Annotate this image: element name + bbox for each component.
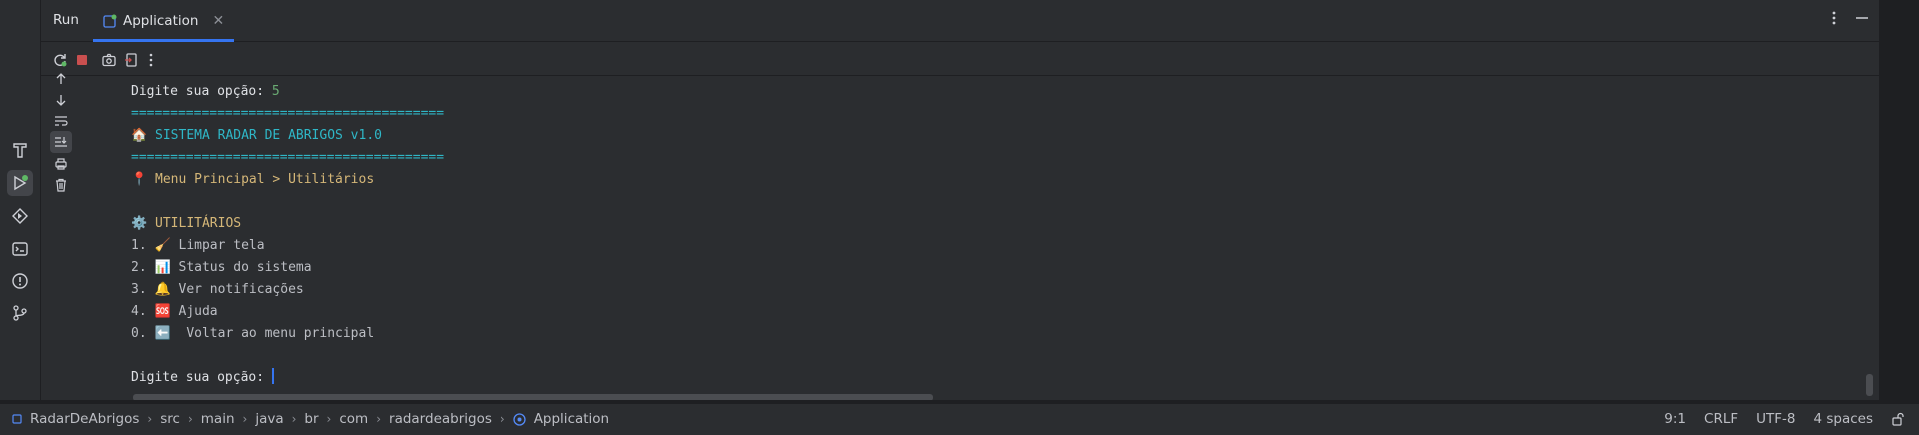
hammer-icon: [11, 141, 29, 159]
text-caret: [272, 368, 274, 384]
minimize-icon[interactable]: [1855, 10, 1869, 26]
application-config-icon: [103, 14, 117, 28]
run-tool-button[interactable]: [7, 170, 33, 196]
chevron-right-icon: ›: [147, 412, 152, 426]
run-icon: [11, 174, 29, 192]
scroll-up-button[interactable]: [50, 68, 72, 90]
services-tool-button[interactable]: [7, 203, 33, 229]
git-branch-icon: [11, 304, 29, 322]
run-toolbar: [41, 43, 1879, 76]
java-class-icon: [513, 413, 526, 426]
soft-wrap-icon: [54, 114, 68, 128]
breadcrumb-project[interactable]: RadarDeAbrigos: [30, 411, 139, 427]
scroll-down-button[interactable]: [50, 89, 72, 111]
console-prompt: Digite sua opção:: [131, 370, 272, 385]
breadcrumb-main[interactable]: main: [201, 411, 235, 427]
console-line: 2. 📊 Status do sistema: [131, 260, 312, 275]
print-button[interactable]: [50, 153, 72, 175]
exit-icon: [123, 52, 139, 68]
console-input-value: 5: [272, 84, 280, 99]
terminal-tool-button[interactable]: [7, 236, 33, 262]
console-line: ========================================: [131, 150, 444, 165]
soft-wrap-button[interactable]: [50, 110, 72, 132]
chevron-right-icon: ›: [292, 412, 297, 426]
breadcrumb-java[interactable]: java: [255, 411, 283, 427]
screenshot-button[interactable]: [98, 49, 120, 71]
build-tool-button[interactable]: [7, 137, 33, 163]
toolbar-more-button[interactable]: [140, 49, 162, 71]
breadcrumb: RadarDeAbrigos › src › main › java › br …: [12, 411, 609, 427]
clear-all-button[interactable]: [50, 174, 72, 196]
tab-application[interactable]: Application ✕: [93, 0, 234, 42]
console-line: 📍 Menu Principal > Utilitários: [131, 172, 374, 187]
terminal-icon: [11, 240, 29, 258]
more-options-icon[interactable]: [1827, 10, 1841, 26]
console-line: =======================================…: [131, 106, 444, 121]
horizontal-scrollbar[interactable]: [133, 394, 933, 400]
read-only-toggle[interactable]: [1891, 412, 1905, 426]
console-output[interactable]: Digite sua opção: 5 ===================…: [80, 77, 1879, 400]
line-separator[interactable]: CRLF: [1704, 411, 1738, 427]
breadcrumb-package[interactable]: radardeabrigos: [389, 411, 492, 427]
active-tab-indicator: [93, 39, 234, 42]
chevron-right-icon: ›: [243, 412, 248, 426]
status-bar: RadarDeAbrigos › src › main › java › br …: [0, 403, 1919, 435]
exit-button[interactable]: [120, 49, 142, 71]
breadcrumb-class[interactable]: Application: [534, 411, 609, 427]
breadcrumb-br[interactable]: br: [304, 411, 318, 427]
left-tool-strip: [0, 0, 41, 400]
trash-icon: [54, 178, 68, 192]
services-icon: [11, 207, 29, 225]
breadcrumb-com[interactable]: com: [339, 411, 368, 427]
chevron-right-icon: ›: [376, 412, 381, 426]
run-tool-window: Run Application ✕: [41, 0, 1879, 400]
run-tab-bar: Run Application ✕: [41, 0, 1879, 42]
chevron-right-icon: ›: [327, 412, 332, 426]
module-icon: [12, 414, 22, 424]
breadcrumb-src[interactable]: src: [160, 411, 180, 427]
console-line: ⚙️ UTILITÁRIOS: [131, 216, 241, 231]
rerun-icon: [52, 52, 68, 68]
git-tool-button[interactable]: [7, 300, 33, 326]
vertical-scrollbar[interactable]: [1866, 374, 1873, 396]
scroll-to-end-icon: [54, 135, 68, 149]
file-encoding[interactable]: UTF-8: [1756, 411, 1795, 427]
unlock-icon: [1891, 412, 1905, 426]
console-line: 4. 🆘 Ajuda: [131, 304, 218, 319]
chevron-right-icon: ›: [500, 412, 505, 426]
problems-tool-button[interactable]: [7, 268, 33, 294]
close-icon[interactable]: ✕: [212, 13, 224, 29]
camera-icon: [101, 52, 117, 68]
console-line: 3. 🔔 Ver notificações: [131, 282, 304, 297]
console-line: 1. 🧹 Limpar tela: [131, 238, 265, 253]
console-line: 🏠 SISTEMA RADAR DE ABRIGOS v1.0: [131, 128, 382, 143]
arrow-down-icon: [54, 93, 68, 107]
run-tool-title: Run: [53, 12, 79, 28]
arrow-up-icon: [54, 72, 68, 86]
print-icon: [54, 157, 68, 171]
indent-setting[interactable]: 4 spaces: [1813, 411, 1873, 427]
console-line: 0. ⬅️ Voltar ao menu principal: [131, 326, 374, 341]
caret-position[interactable]: 9:1: [1664, 411, 1686, 427]
problems-icon: [11, 272, 29, 290]
tab-application-label: Application: [123, 13, 198, 29]
scroll-to-end-button[interactable]: [50, 131, 72, 153]
console-line: Digite sua opção:: [131, 84, 272, 99]
stop-icon: [74, 52, 90, 68]
chevron-right-icon: ›: [188, 412, 193, 426]
more-vertical-icon: [143, 52, 159, 68]
stop-button[interactable]: [71, 49, 93, 71]
console-side-toolbar: [41, 77, 81, 400]
